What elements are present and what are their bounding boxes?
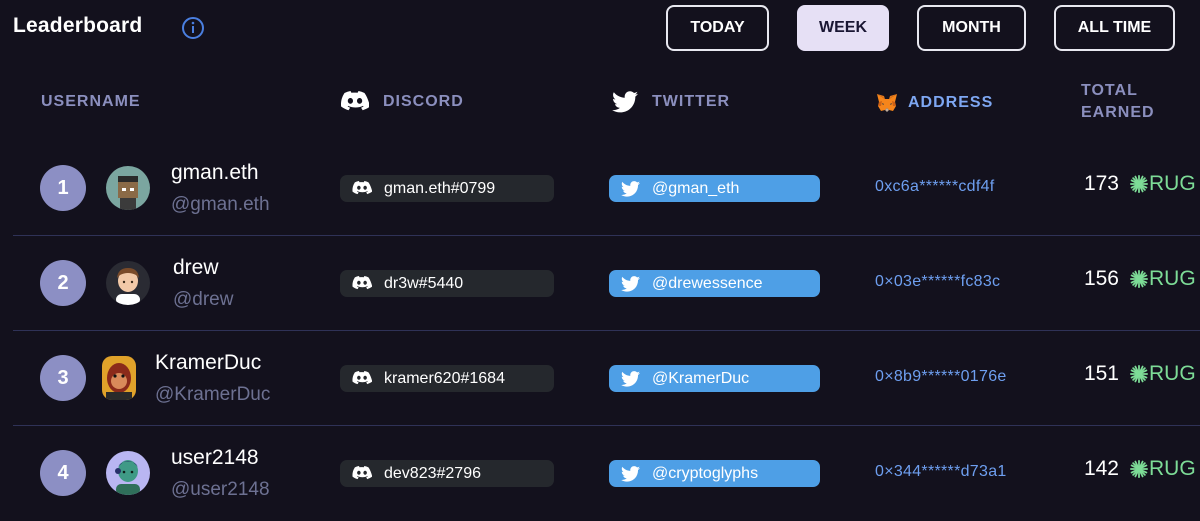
token-symbol: RUG xyxy=(1149,362,1196,385)
earned-amount: 142 xyxy=(1083,457,1119,480)
twitter-icon xyxy=(612,91,638,113)
twitter-pill[interactable]: @drewessence xyxy=(609,270,820,297)
wallet-address[interactable]: 0xc6a******cdf4f xyxy=(875,178,995,196)
page-title: Leaderboard xyxy=(13,14,143,37)
discord-tag: gman.eth#0799 xyxy=(384,179,496,197)
column-earned-label-line2: EARNED xyxy=(1081,104,1155,121)
discord-tag: kramer620#1684 xyxy=(384,369,505,387)
rug-token-icon xyxy=(1130,365,1148,383)
metamask-fox-icon xyxy=(877,94,897,112)
twitter-pill[interactable]: @KramerDuc xyxy=(609,365,820,392)
user-handle: @drew xyxy=(173,289,234,310)
discord-icon xyxy=(341,91,369,111)
username[interactable]: gman.eth xyxy=(171,161,259,185)
earned-amount: 156 xyxy=(1083,267,1119,290)
column-twitter[interactable]: TWITTER xyxy=(612,91,730,113)
table-row[interactable]: 4 user2148 @user2148 dev823#2796 @crypto… xyxy=(0,426,1200,521)
rank-badge: 3 xyxy=(40,355,86,401)
column-earned-label-line1: TOTAL xyxy=(1081,82,1138,99)
discord-tag: dr3w#5440 xyxy=(384,274,464,292)
user-handle: @user2148 xyxy=(171,479,270,500)
avatar[interactable] xyxy=(102,356,136,400)
discord-tag: dev823#2796 xyxy=(384,464,481,482)
twitter-pill[interactable]: @cryptoglyphs xyxy=(609,460,820,487)
twitter-icon xyxy=(621,275,640,292)
earned-amount: 151 xyxy=(1083,362,1119,385)
username[interactable]: KramerDuc xyxy=(155,351,261,375)
twitter-handle: @drewessence xyxy=(652,274,763,292)
twitter-icon xyxy=(621,180,640,197)
twitter-handle: @cryptoglyphs xyxy=(652,464,759,482)
token-label: RUG xyxy=(1130,457,1196,481)
token-label: RUG xyxy=(1130,172,1196,196)
twitter-pill[interactable]: @gman_eth xyxy=(609,175,820,202)
discord-icon xyxy=(352,371,372,386)
discord-pill[interactable]: kramer620#1684 xyxy=(340,365,554,392)
range-today-button[interactable]: TODAY xyxy=(666,5,769,51)
range-month-button[interactable]: MONTH xyxy=(917,5,1026,51)
token-label: RUG xyxy=(1130,267,1196,291)
range-week-button[interactable]: WEEK xyxy=(797,5,889,51)
username[interactable]: user2148 xyxy=(171,446,259,470)
wallet-address[interactable]: 0×8b9******0176e xyxy=(875,368,1007,386)
user-handle: @gman.eth xyxy=(171,194,270,215)
column-discord[interactable]: DISCORD xyxy=(341,91,464,113)
column-username[interactable]: USERNAME xyxy=(41,93,141,111)
rank-badge: 1 xyxy=(40,165,86,211)
username[interactable]: drew xyxy=(173,256,219,280)
twitter-handle: @KramerDuc xyxy=(652,369,750,387)
rug-token-icon xyxy=(1130,175,1148,193)
token-symbol: RUG xyxy=(1149,267,1196,290)
wallet-address[interactable]: 0×344******d73a1 xyxy=(875,463,1007,481)
column-discord-label: DISCORD xyxy=(383,93,464,110)
avatar[interactable] xyxy=(106,166,150,210)
column-address-label: ADDRESS xyxy=(908,94,994,111)
twitter-handle: @gman_eth xyxy=(652,179,740,197)
token-symbol: RUG xyxy=(1149,172,1196,195)
column-total-earned[interactable]: TOTAL EARNED xyxy=(1081,80,1155,124)
token-symbol: RUG xyxy=(1149,457,1196,480)
top-bar: Leaderboard TODAY WEEK MONTH ALL TIME xyxy=(0,0,1200,60)
table-row[interactable]: 2 drew @drew dr3w#5440 @drewessence 0×03… xyxy=(0,236,1200,331)
discord-icon xyxy=(352,276,372,291)
rug-token-icon xyxy=(1130,460,1148,478)
rank-badge: 4 xyxy=(40,450,86,496)
robot-character-avatar-image xyxy=(106,451,150,495)
cartoon-person-avatar-image xyxy=(106,261,150,305)
twitter-icon xyxy=(621,465,640,482)
column-address[interactable]: ADDRESS xyxy=(876,93,993,113)
range-all-time-button[interactable]: ALL TIME xyxy=(1054,5,1175,51)
table-row[interactable]: 3 KramerDuc @KramerDuc kramer620#1684 @K… xyxy=(0,331,1200,426)
twitter-icon xyxy=(621,370,640,387)
discord-icon xyxy=(352,466,372,481)
table-row[interactable]: 1 gman.eth @gman.eth gman.eth#0799 @gman… xyxy=(0,141,1200,236)
token-label: RUG xyxy=(1130,362,1196,386)
rug-token-icon xyxy=(1130,270,1148,288)
column-username-label: USERNAME xyxy=(41,93,141,110)
info-icon[interactable] xyxy=(181,16,205,40)
column-twitter-label: TWITTER xyxy=(652,93,731,110)
table-header: USERNAME DISCORD TWITTER ADDRESS TOTAL E… xyxy=(0,80,1200,130)
discord-icon xyxy=(352,181,372,196)
discord-pill[interactable]: gman.eth#0799 xyxy=(340,175,554,202)
ape-portrait-avatar-image xyxy=(102,356,136,400)
avatar[interactable] xyxy=(106,451,150,495)
pixel-ape-avatar-image xyxy=(106,166,150,210)
user-handle: @KramerDuc xyxy=(155,384,271,405)
earned-amount: 173 xyxy=(1083,172,1119,195)
avatar[interactable] xyxy=(106,261,150,305)
discord-pill[interactable]: dev823#2796 xyxy=(340,460,554,487)
rank-badge: 2 xyxy=(40,260,86,306)
wallet-address[interactable]: 0×03e******fc83c xyxy=(875,273,1000,291)
discord-pill[interactable]: dr3w#5440 xyxy=(340,270,554,297)
